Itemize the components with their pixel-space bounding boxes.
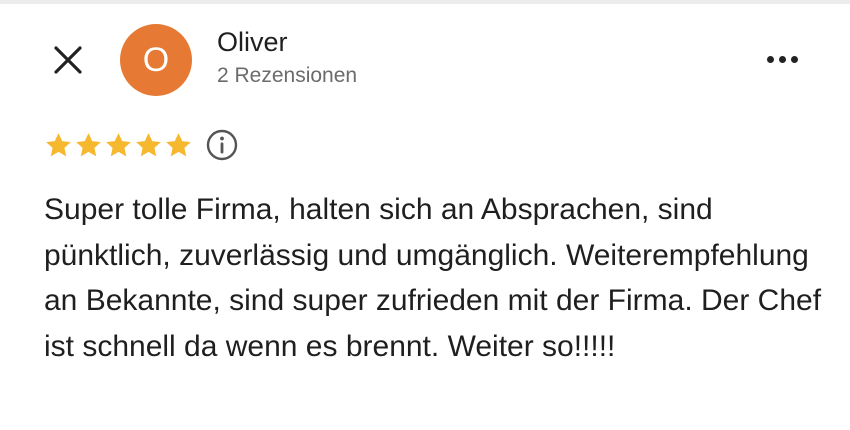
- star-icon: [106, 132, 131, 156]
- review-count: 2 Rezensionen: [217, 64, 358, 87]
- info-icon[interactable]: [205, 128, 239, 162]
- author-name[interactable]: Oliver: [217, 26, 288, 58]
- more-horizontal-icon: [766, 55, 774, 63]
- close-icon: [54, 46, 82, 74]
- star-icon: [76, 132, 101, 156]
- star-icon: [166, 132, 191, 156]
- more-horizontal-icon: [790, 55, 798, 63]
- close-button[interactable]: [48, 40, 88, 80]
- star-icon: [46, 132, 71, 156]
- more-horizontal-icon: [778, 55, 786, 63]
- star-icon: [136, 132, 161, 156]
- top-divider: [0, 0, 850, 4]
- more-options-button[interactable]: [758, 44, 806, 74]
- star-rating: [44, 128, 239, 162]
- avatar[interactable]: O: [120, 24, 192, 96]
- review-text: Super tolle Firma, halten sich an Abspra…: [44, 193, 822, 363]
- stars-row: [44, 131, 193, 160]
